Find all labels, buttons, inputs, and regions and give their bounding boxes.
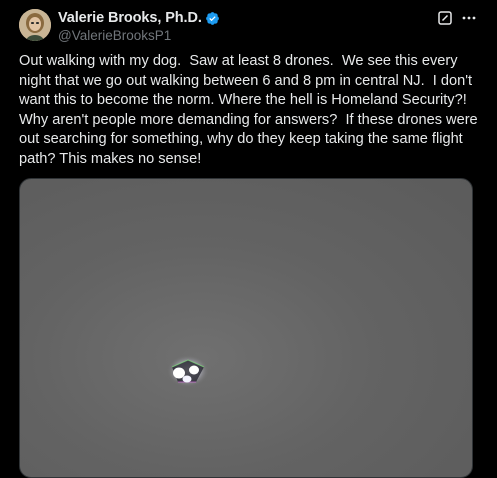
drone-light-image bbox=[167, 355, 209, 387]
post-text: Out walking with my dog. Saw at least 8 … bbox=[19, 53, 482, 167]
author-display-name[interactable]: Valerie Brooks, Ph.D. bbox=[58, 10, 202, 26]
more-options-icon[interactable] bbox=[461, 10, 477, 26]
post: Valerie Brooks, Ph.D. @ValerieBrooksP1 O… bbox=[0, 0, 497, 478]
grok-icon[interactable] bbox=[437, 10, 453, 26]
author-handle[interactable]: @ValerieBrooksP1 bbox=[58, 28, 220, 43]
post-header: Valerie Brooks, Ph.D. @ValerieBrooksP1 bbox=[58, 9, 220, 43]
top-actions bbox=[437, 10, 477, 26]
verified-badge-icon[interactable] bbox=[205, 11, 220, 26]
name-row: Valerie Brooks, Ph.D. bbox=[58, 9, 220, 27]
avatar-image bbox=[19, 9, 51, 41]
post-media-photo[interactable] bbox=[19, 178, 473, 478]
avatar[interactable] bbox=[19, 9, 51, 41]
